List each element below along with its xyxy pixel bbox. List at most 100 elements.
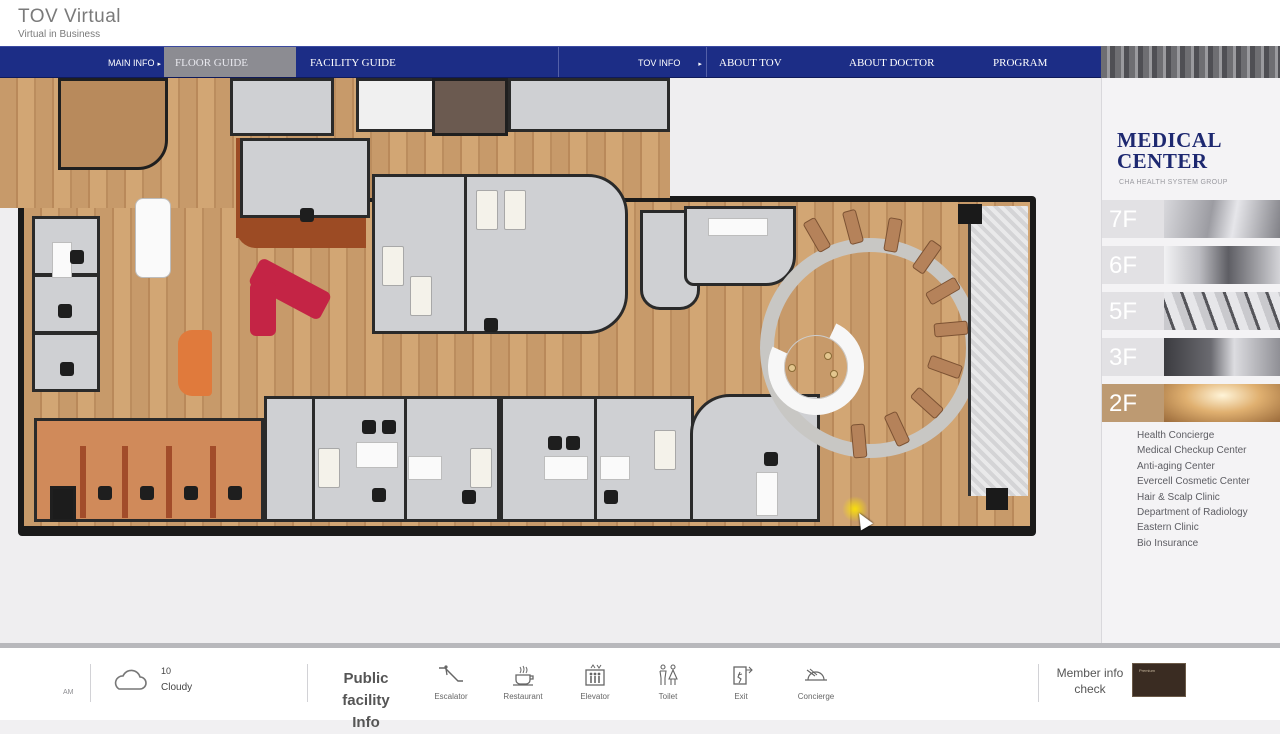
desk xyxy=(356,442,398,468)
chair xyxy=(604,490,618,504)
medical-center-title: MEDICAL CENTER xyxy=(1117,130,1222,172)
desk xyxy=(544,456,588,480)
bed xyxy=(470,448,492,488)
room xyxy=(230,78,334,136)
header: TOV Virtual Virtual in Business xyxy=(0,0,1280,46)
restaurant-button[interactable]: Restaurant xyxy=(498,664,548,701)
public-facility-line-1: Public facility xyxy=(342,670,390,709)
floor-label: 6F xyxy=(1109,252,1138,279)
member-card[interactable]: Premium xyxy=(1132,663,1186,697)
chair xyxy=(362,420,376,434)
floor-thumbnail xyxy=(1164,246,1280,284)
floor-thumbnail xyxy=(1164,384,1280,422)
nav-about-doctor[interactable]: ABOUT DOCTOR xyxy=(849,47,934,77)
chair xyxy=(300,208,314,222)
nav-tov-info[interactable]: TOV INFO ▸ xyxy=(638,47,702,77)
brand-title: TOV Virtual xyxy=(18,6,122,27)
partition xyxy=(166,446,172,518)
floor-label: 5F xyxy=(1109,298,1138,325)
floor-thumbnail xyxy=(1164,338,1280,376)
chair xyxy=(484,318,498,332)
member-info-check-button[interactable]: Member info check xyxy=(1052,665,1128,697)
department-item[interactable]: Eastern Clinic xyxy=(1137,520,1250,535)
floor-plan[interactable] xyxy=(0,78,1101,643)
nav-main-info[interactable]: MAIN INFO ▸ xyxy=(108,47,161,77)
toilet-icon xyxy=(659,664,678,685)
nav-main-info-label: MAIN INFO xyxy=(108,58,155,68)
member-line-1: Member info xyxy=(1056,666,1124,680)
title-line-2: CENTER xyxy=(1117,149,1208,173)
exit-button[interactable]: Exit xyxy=(716,664,766,701)
title-line-1: MEDICAL xyxy=(1117,128,1223,152)
department-item[interactable]: Department of Radiology xyxy=(1137,505,1250,520)
floor-button-7f[interactable]: 7F xyxy=(1102,200,1280,238)
glass-facade xyxy=(968,206,1028,496)
floor-button-5f[interactable]: 5F xyxy=(1102,292,1280,330)
elevator-button[interactable]: Elevator xyxy=(570,664,620,701)
desk xyxy=(52,242,72,278)
chair xyxy=(184,486,198,500)
column xyxy=(958,204,982,224)
nav-program[interactable]: PROGRAM xyxy=(993,47,1047,77)
floor-button-6f[interactable]: 6F xyxy=(1102,246,1280,284)
reception-counter xyxy=(135,198,171,278)
waiting-chair xyxy=(933,320,969,338)
column xyxy=(986,488,1008,510)
footer-separator xyxy=(1038,664,1039,702)
member-line-2: check xyxy=(1074,682,1106,696)
concierge-button[interactable]: Concierge xyxy=(791,664,841,701)
desk xyxy=(408,456,442,480)
footer-separator xyxy=(90,664,91,702)
elevator-icon xyxy=(585,664,605,686)
department-item[interactable]: Bio Insurance xyxy=(1137,536,1250,551)
wood-band xyxy=(236,218,366,248)
floor-label: 3F xyxy=(1109,344,1138,371)
orange-sofa xyxy=(178,330,212,396)
floor-button-3f[interactable]: 3F xyxy=(1102,338,1280,376)
chair xyxy=(764,452,778,466)
toilet-button[interactable]: Toilet xyxy=(643,664,693,701)
chair xyxy=(462,490,476,504)
exit-icon xyxy=(733,666,753,685)
room xyxy=(50,486,76,522)
nav-about-tov[interactable]: ABOUT TOV xyxy=(719,47,782,77)
nav-divider xyxy=(706,47,707,77)
nav-facility-guide[interactable]: FACILITY GUIDE xyxy=(310,47,396,77)
floor-button-2f[interactable]: 2F xyxy=(1102,384,1280,422)
bed xyxy=(318,448,340,488)
chair xyxy=(140,486,154,500)
chair xyxy=(98,486,112,500)
main-nav: MAIN INFO ▸ FLOOR GUIDE FACILITY GUIDE TO… xyxy=(0,46,1101,78)
stool xyxy=(788,364,796,372)
facility-label: Restaurant xyxy=(503,692,543,701)
member-card-text: Premium xyxy=(1139,668,1156,673)
footer: AM 10 Cloudy Public facility Info Escala… xyxy=(0,648,1280,731)
treatment-room xyxy=(240,138,370,218)
department-item[interactable]: Health Concierge xyxy=(1137,428,1250,443)
escalator-button[interactable]: Escalator xyxy=(426,664,476,701)
desk xyxy=(708,218,768,236)
bed xyxy=(410,276,432,316)
room xyxy=(508,78,670,132)
nav-floor-guide[interactable]: FLOOR GUIDE xyxy=(164,47,296,77)
nav-tov-info-label: TOV INFO xyxy=(638,58,681,68)
time-period: AM xyxy=(63,689,74,696)
footer-separator xyxy=(307,664,308,702)
stool xyxy=(824,352,832,360)
department-item[interactable]: Evercell Cosmetic Center xyxy=(1137,474,1250,489)
waiting-chair xyxy=(850,423,868,459)
chair xyxy=(548,436,562,450)
department-item[interactable]: Hair & Scalp Clinic xyxy=(1137,490,1250,505)
department-item[interactable]: Medical Checkup Center xyxy=(1137,443,1250,458)
exam-room xyxy=(264,396,316,522)
department-item[interactable]: Anti-aging Center xyxy=(1137,459,1250,474)
bed xyxy=(654,430,676,470)
sidebar: MEDICAL CENTER CHA HEALTH SYSTEM GROUP 7… xyxy=(1101,78,1280,643)
partition xyxy=(122,446,128,518)
chair xyxy=(382,420,396,434)
brand-subtitle: Virtual in Business xyxy=(18,29,101,40)
concierge-icon xyxy=(805,668,827,681)
chevron-right-icon: ▸ xyxy=(698,61,702,68)
chair xyxy=(70,250,84,264)
weather-status: Cloudy xyxy=(161,682,193,693)
